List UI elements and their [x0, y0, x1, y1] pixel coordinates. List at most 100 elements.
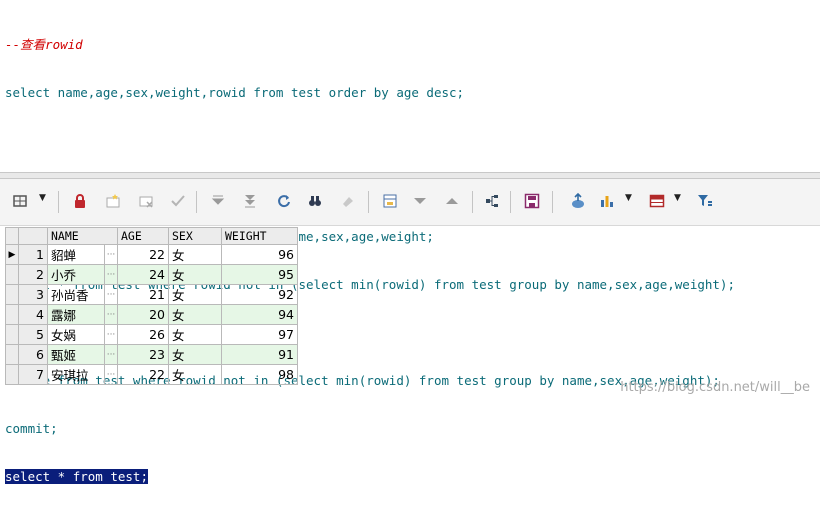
cell-name[interactable]: 女娲: [47, 324, 105, 345]
cell-name[interactable]: 貂蝉: [47, 244, 105, 265]
cell-sex[interactable]: 女: [168, 304, 222, 325]
grid-corner[interactable]: [5, 227, 19, 245]
sql-editor[interactable]: --查看rowid select name,age,sex,weight,row…: [0, 0, 820, 484]
cell-sex[interactable]: 女: [168, 284, 222, 305]
cell-age[interactable]: 20: [117, 304, 169, 325]
cell-weight[interactable]: 98: [221, 364, 298, 385]
cell-ellipsis-button[interactable]: ···: [104, 364, 118, 385]
cell-name[interactable]: 小乔: [47, 264, 105, 285]
cell-weight[interactable]: 95: [221, 264, 298, 285]
cell-age[interactable]: 26: [117, 324, 169, 345]
chevron-down-icon[interactable]: ▼: [625, 193, 632, 203]
row-number: 7: [18, 364, 48, 385]
chevron-down-icon[interactable]: ▼: [39, 193, 46, 203]
row-number: 2: [18, 264, 48, 285]
toolbar-divider: [552, 191, 553, 213]
table-row[interactable]: 4 露娜 ··· 20 女 94: [5, 304, 298, 325]
cell-ellipsis-button[interactable]: ···: [104, 304, 118, 325]
result-grid[interactable]: NAME AGE SEX WEIGHT ▶ 1 貂蝉 ··· 22 女 96 2…: [5, 227, 298, 385]
cell-ellipsis-button[interactable]: ···: [104, 324, 118, 345]
refresh-icon[interactable]: [272, 189, 296, 213]
table-icon[interactable]: [645, 189, 669, 213]
toolbar-divider: [510, 191, 511, 213]
current-row-indicator: ▶: [5, 244, 19, 265]
cell-sex[interactable]: 女: [168, 324, 222, 345]
cell-ellipsis-button[interactable]: ···: [104, 284, 118, 305]
comment-line: --查看rowid: [5, 37, 83, 52]
table-row[interactable]: ▶ 1 貂蝉 ··· 22 女 96: [5, 244, 298, 265]
cell-age[interactable]: 24: [117, 264, 169, 285]
lock-icon[interactable]: [68, 189, 92, 213]
table-row[interactable]: 3 孙尚香 ··· 21 女 92: [5, 284, 298, 305]
cell-sex[interactable]: 女: [168, 244, 222, 265]
next-record-icon[interactable]: [206, 189, 230, 213]
table-row[interactable]: 7 安琪拉 ··· 22 女 98: [5, 364, 298, 385]
row-number-header: [18, 227, 48, 245]
post-changes-icon[interactable]: [166, 189, 190, 213]
column-header-sex[interactable]: SEX: [168, 227, 222, 245]
cell-age[interactable]: 22: [117, 364, 169, 385]
row-indicator: [5, 264, 19, 285]
export-icon[interactable]: [566, 189, 590, 213]
toolbar-divider: [472, 191, 473, 213]
toolbar-divider: [196, 191, 197, 213]
column-header-age[interactable]: AGE: [117, 227, 169, 245]
pane-splitter[interactable]: [0, 172, 820, 179]
toolbar-divider: [368, 191, 369, 213]
row-number: 5: [18, 324, 48, 345]
grid-header-row: NAME AGE SEX WEIGHT: [5, 227, 298, 245]
cell-sex[interactable]: 女: [168, 344, 222, 365]
filter-up-icon[interactable]: [440, 189, 464, 213]
row-number: 4: [18, 304, 48, 325]
link-icon[interactable]: [480, 189, 504, 213]
cell-name[interactable]: 安琪拉: [47, 364, 105, 385]
delete-record-icon[interactable]: [134, 189, 158, 213]
grid-toolbar: ▼ ▼ ▼: [0, 179, 820, 226]
cell-name[interactable]: 甄姬: [47, 344, 105, 365]
toolbar-divider: [58, 191, 59, 213]
save-icon[interactable]: [520, 189, 544, 213]
cell-ellipsis-button[interactable]: ···: [104, 264, 118, 285]
find-icon[interactable]: [303, 189, 327, 213]
chevron-down-icon[interactable]: ▼: [674, 193, 681, 203]
cell-age[interactable]: 21: [117, 284, 169, 305]
row-indicator: [5, 284, 19, 305]
cell-ellipsis-button[interactable]: ···: [104, 244, 118, 265]
cell-weight[interactable]: 97: [221, 324, 298, 345]
cell-ellipsis-button[interactable]: ···: [104, 344, 118, 365]
last-record-icon[interactable]: [238, 189, 262, 213]
add-record-icon[interactable]: [101, 189, 125, 213]
table-row[interactable]: 6 甄姬 ··· 23 女 91: [5, 344, 298, 365]
cell-name[interactable]: 孙尚香: [47, 284, 105, 305]
cell-age[interactable]: 23: [117, 344, 169, 365]
cell-weight[interactable]: 96: [221, 244, 298, 265]
selected-code-line: select * from test;: [5, 469, 148, 484]
filter-icon[interactable]: [693, 189, 717, 213]
query-by-example-icon[interactable]: [378, 189, 402, 213]
column-header-weight[interactable]: WEIGHT: [221, 227, 298, 245]
row-number: 6: [18, 344, 48, 365]
cell-age[interactable]: 22: [117, 244, 169, 265]
row-indicator: [5, 304, 19, 325]
clear-icon[interactable]: [336, 189, 360, 213]
cell-name[interactable]: 露娜: [47, 304, 105, 325]
watermark: https://blog.csdn.net/will__be: [620, 380, 810, 395]
row-number: 1: [18, 244, 48, 265]
cell-weight[interactable]: 91: [221, 344, 298, 365]
code-line-8: commit;: [5, 421, 58, 436]
filter-down-icon[interactable]: [408, 189, 432, 213]
row-number: 3: [18, 284, 48, 305]
row-indicator: [5, 364, 19, 385]
code-line-1: select name,age,sex,weight,rowid from te…: [5, 85, 465, 100]
cell-weight[interactable]: 92: [221, 284, 298, 305]
row-indicator: [5, 344, 19, 365]
table-row[interactable]: 5 女娲 ··· 26 女 97: [5, 324, 298, 345]
cell-sex[interactable]: 女: [168, 264, 222, 285]
cell-weight[interactable]: 94: [221, 304, 298, 325]
table-row[interactable]: 2 小乔 ··· 24 女 95: [5, 264, 298, 285]
cell-sex[interactable]: 女: [168, 364, 222, 385]
grid-options-icon[interactable]: [8, 189, 32, 213]
column-header-name[interactable]: NAME: [47, 227, 118, 245]
chart-icon[interactable]: [595, 189, 619, 213]
